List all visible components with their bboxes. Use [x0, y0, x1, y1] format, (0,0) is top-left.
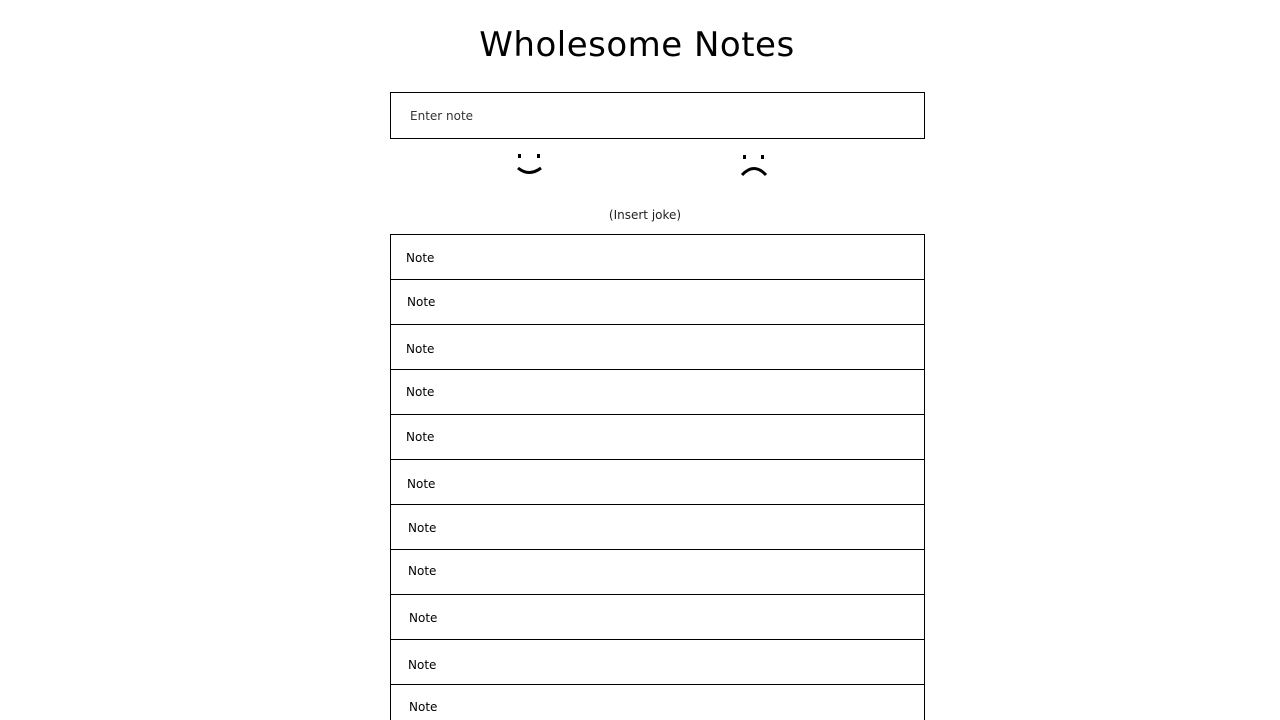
note-text: Note [408, 658, 437, 672]
note-item[interactable]: Note [390, 549, 925, 595]
note-item[interactable]: Note [390, 504, 925, 550]
joke-text: (Insert joke) [608, 208, 682, 222]
note-text: Note [409, 700, 438, 714]
note-text: Note [406, 342, 435, 356]
note-item[interactable]: Note [390, 639, 925, 685]
note-input[interactable] [390, 92, 925, 139]
note-text: Note [406, 430, 435, 444]
frowny-face-icon [740, 155, 768, 177]
note-item[interactable]: Note [390, 369, 925, 415]
note-text: Note [408, 521, 437, 535]
note-text: Note [409, 611, 438, 625]
page: Wholesome Notes (Insert joke) Note Note … [0, 0, 1280, 720]
happy-face-button[interactable] [510, 150, 550, 180]
note-text: Note [407, 477, 436, 491]
note-item[interactable]: Note [390, 684, 925, 720]
note-text: Note [406, 251, 435, 265]
page-title: Wholesome Notes [479, 25, 795, 65]
note-item[interactable]: Note [390, 324, 925, 370]
note-item[interactable]: Note [390, 279, 925, 325]
note-item[interactable]: Note [390, 414, 925, 460]
notes-list: Note Note Note Note Note Note Note Note … [390, 234, 925, 720]
sad-face-button[interactable] [735, 150, 775, 180]
note-text: Note [406, 385, 435, 399]
note-item[interactable]: Note [390, 594, 925, 640]
smiley-face-icon [517, 154, 542, 174]
note-text: Note [408, 564, 437, 578]
note-text: Note [407, 295, 436, 309]
note-item[interactable]: Note [390, 234, 925, 280]
note-item[interactable]: Note [390, 459, 925, 505]
